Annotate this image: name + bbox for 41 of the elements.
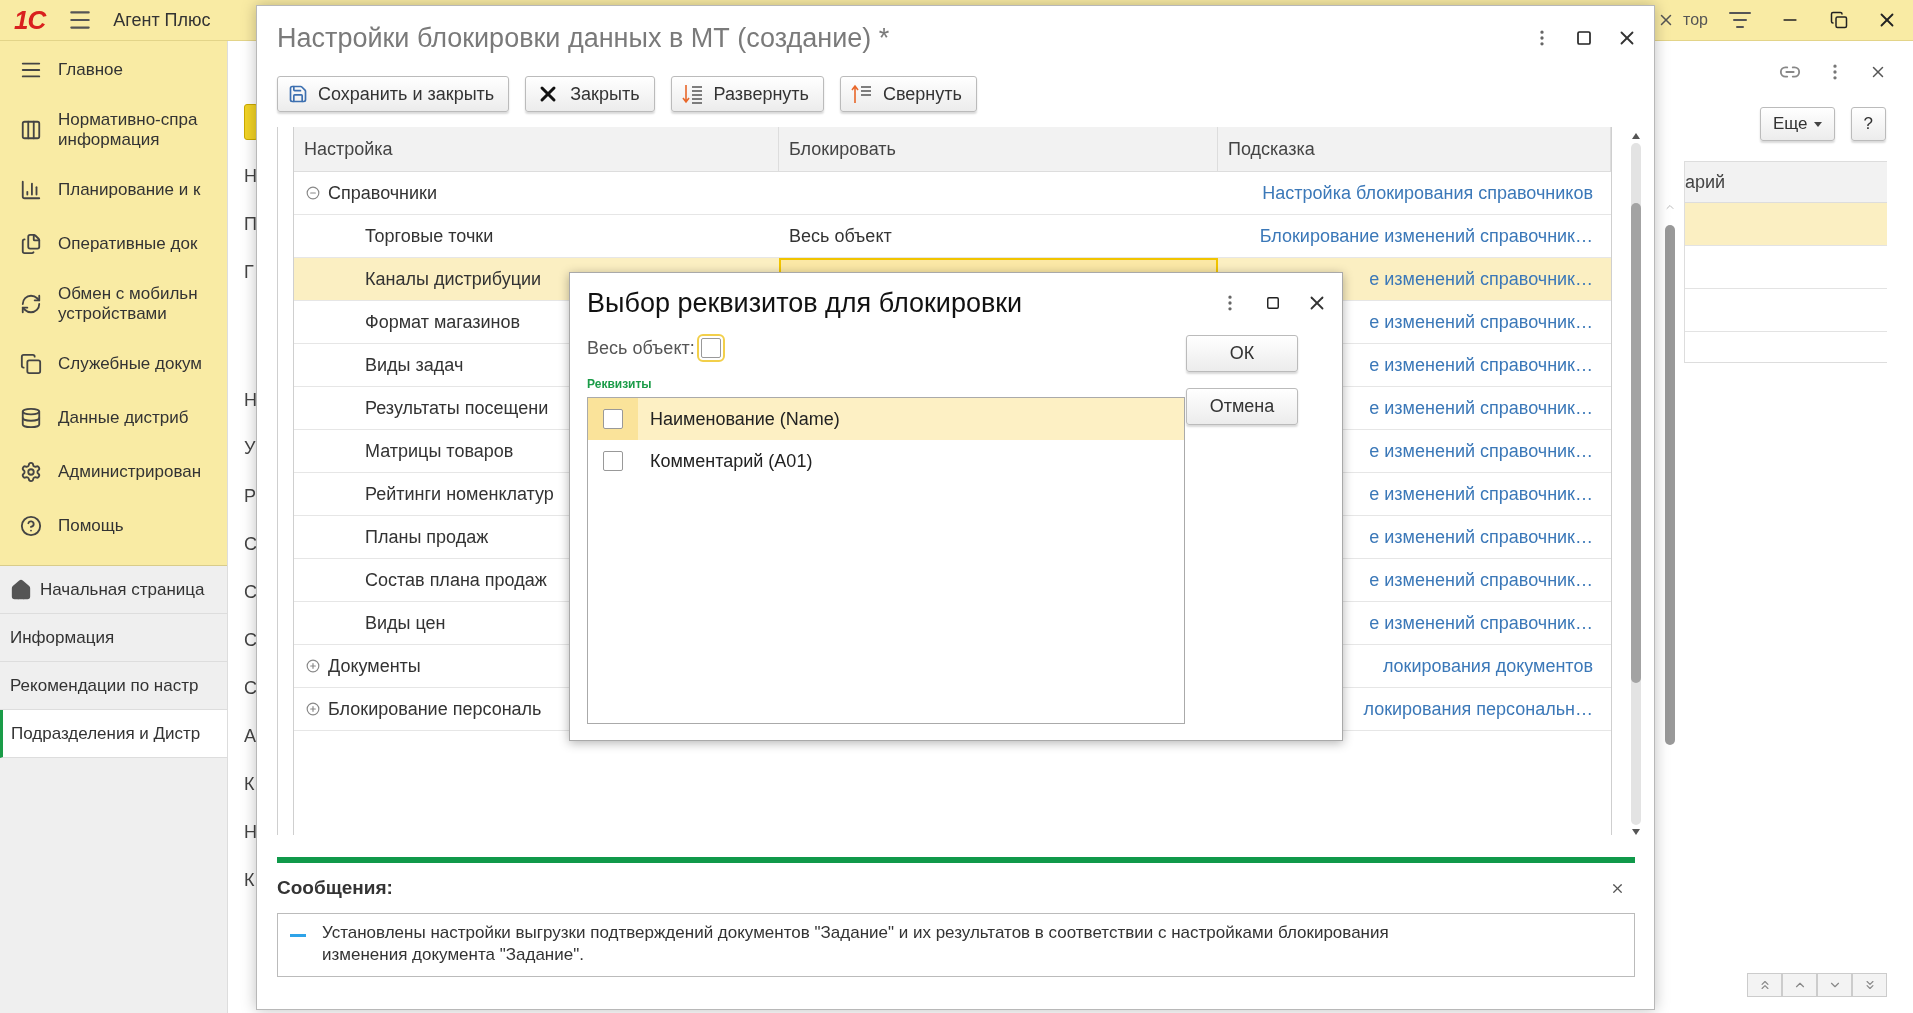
setting-name: Формат магазинов — [365, 311, 521, 333]
setting-name: Состав плана продаж — [365, 569, 547, 591]
setting-name: Матрицы товаров — [365, 440, 514, 462]
column-header: Настройка — [294, 127, 779, 171]
message-text: Установлены настройки выгрузки подтверждений документов "Задание" и их результатов в соответствии с настройками блокирования изменения документа "Задание". — [322, 922, 1390, 966]
setting-name: Торговые точки — [365, 225, 494, 247]
column-header: арий — [1685, 171, 1726, 193]
form-label-fragment: А — [244, 725, 256, 748]
setting-name: Справочники — [328, 182, 438, 204]
setting-name: Виды задач — [365, 354, 464, 376]
setting-name: Рейтинги номенклатур — [365, 483, 554, 505]
form-label-fragment: С — [244, 533, 257, 556]
column-header: Блокировать — [779, 127, 1218, 171]
form-label-fragment: Н — [244, 165, 257, 188]
group-label: Реквизиты — [587, 377, 653, 391]
setting-name: Планы продаж — [365, 526, 489, 548]
form-label-fragment: Н — [244, 821, 257, 844]
column-header: Подсказка — [1218, 127, 1611, 171]
setting-name: Блокирование персональ — [328, 698, 542, 720]
form-label-fragment: У — [244, 437, 256, 460]
setting-name: Виды цен — [365, 612, 446, 634]
user-name: тор — [1683, 11, 1708, 29]
form-label-fragment: П — [244, 213, 257, 236]
messages-title: Сообщения: — [277, 877, 393, 899]
form-label-fragment: Г — [244, 261, 254, 284]
window-title: Настройки блокировки данных в МТ (создание) * — [277, 22, 890, 54]
setting-name: Результаты посещени — [365, 397, 549, 419]
form-label-fragment: С — [244, 677, 257, 700]
form-label-fragment: Р — [244, 485, 256, 508]
setting-name: Каналы дистрибуции — [365, 268, 542, 290]
whole-object-label: Весь объект: — [587, 337, 695, 359]
form-label-fragment: С — [244, 629, 257, 652]
form-label-fragment: К — [244, 869, 255, 892]
form-label-fragment: Н — [244, 389, 257, 412]
block-value: Весь объект — [789, 225, 892, 247]
form-label-fragment: С — [244, 581, 257, 604]
setting-name: Документы — [328, 655, 421, 677]
dialog-title: Выбор реквизитов для блокировки — [587, 287, 1023, 319]
app-title: Агент Плюс — [113, 9, 211, 31]
form-label-fragment: К — [244, 773, 255, 796]
logo: 1С — [14, 4, 46, 36]
